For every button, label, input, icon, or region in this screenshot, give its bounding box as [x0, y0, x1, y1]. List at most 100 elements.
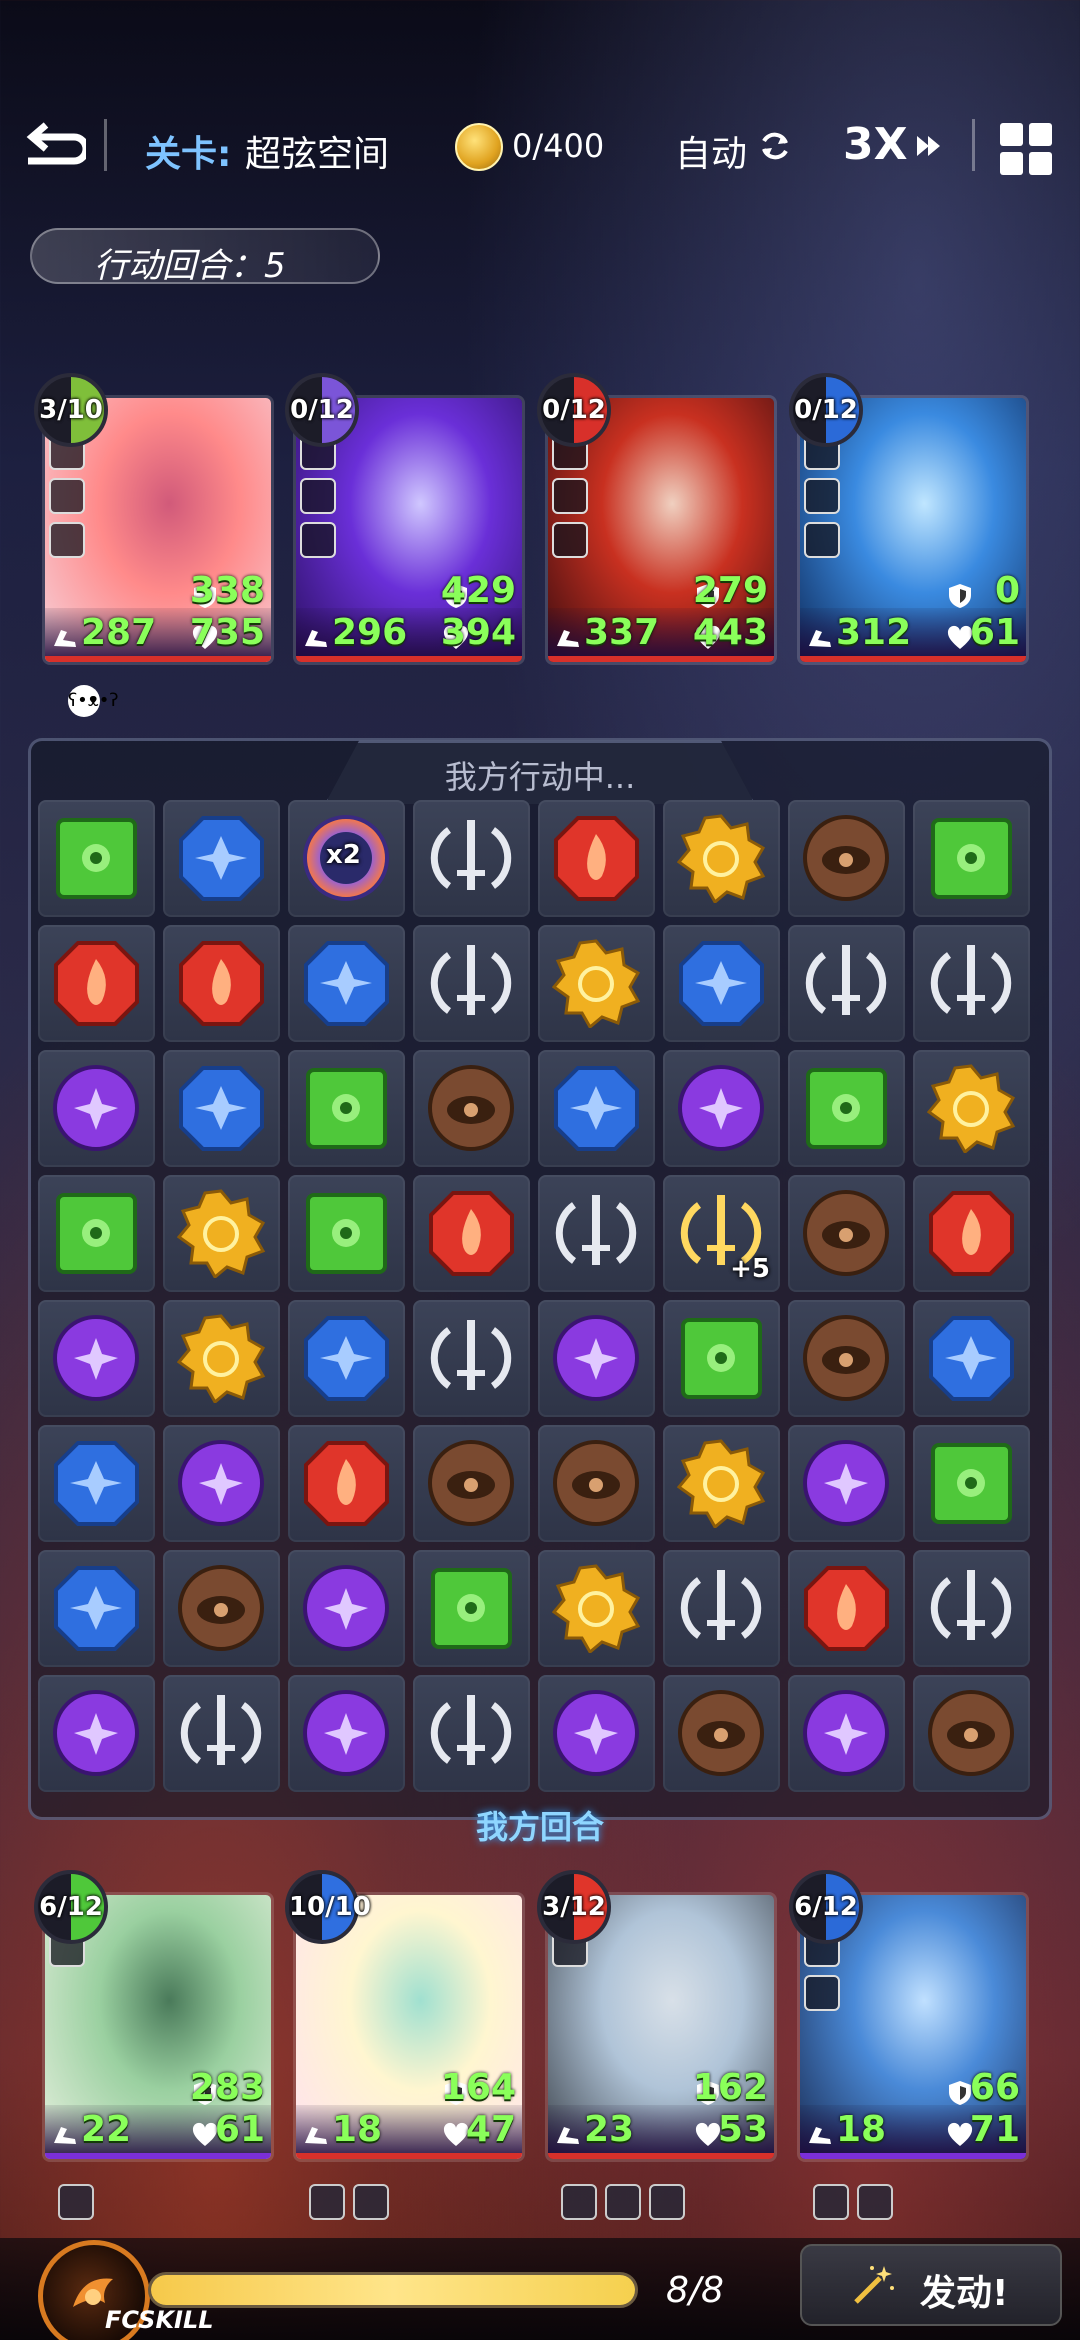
board-cell[interactable]: [788, 925, 905, 1042]
skill-icon[interactable]: [49, 478, 85, 514]
passive-skill-icon[interactable]: [649, 2184, 685, 2220]
sword-gem-icon: [927, 939, 1016, 1028]
board-cell[interactable]: [788, 1050, 905, 1167]
skill-icon[interactable]: [552, 522, 588, 558]
green-gem-icon: [52, 1189, 141, 1278]
board-cell[interactable]: [38, 1550, 155, 1667]
board-cell[interactable]: [288, 1175, 405, 1292]
board-cell[interactable]: [163, 1550, 280, 1667]
board-cell[interactable]: [538, 925, 655, 1042]
board-cell[interactable]: [663, 1550, 780, 1667]
board-cell[interactable]: [538, 1175, 655, 1292]
passive-skill-icon[interactable]: [857, 2184, 893, 2220]
passive-skill-icon[interactable]: [813, 2184, 849, 2220]
hp-value: 394: [440, 612, 516, 653]
board-cell[interactable]: [788, 1425, 905, 1542]
fast-forward-icon[interactable]: [915, 133, 941, 159]
auto-button[interactable]: 自动: [675, 125, 747, 177]
passive-skill-icon[interactable]: [58, 2184, 94, 2220]
board-cell[interactable]: [913, 800, 1030, 917]
skill-icon[interactable]: [804, 522, 840, 558]
yellow-gem-icon: [926, 1064, 1016, 1155]
board-cell[interactable]: [163, 925, 280, 1042]
board-cell[interactable]: [163, 1300, 280, 1417]
activate-skill-button[interactable]: 发动!: [800, 2244, 1062, 2326]
attack-boot-icon: [51, 624, 79, 652]
passive-skill-row: [813, 2184, 901, 2222]
board-cell[interactable]: [913, 1675, 1030, 1792]
gem-board: x2 +5: [38, 800, 1042, 1800]
passive-skill-icon[interactable]: [561, 2184, 597, 2220]
top-bar: 关卡: 超弦空间 0/400 自动 3X: [0, 105, 1080, 195]
board-cell[interactable]: [163, 1175, 280, 1292]
board-cell[interactable]: [288, 925, 405, 1042]
board-cell[interactable]: [38, 1050, 155, 1167]
board-cell[interactable]: [413, 1300, 530, 1417]
board-cell[interactable]: [913, 925, 1030, 1042]
board-cell[interactable]: [788, 1175, 905, 1292]
board-cell[interactable]: [38, 1425, 155, 1542]
board-cell[interactable]: [788, 1300, 905, 1417]
board-cell[interactable]: [413, 1675, 530, 1792]
skill-icon[interactable]: [804, 478, 840, 514]
board-cell[interactable]: [413, 1550, 530, 1667]
board-cell[interactable]: [538, 1675, 655, 1792]
refresh-icon[interactable]: [758, 129, 792, 163]
grid-menu-icon[interactable]: [1000, 123, 1052, 175]
board-cell[interactable]: [413, 1425, 530, 1542]
skill-icon[interactable]: [804, 1975, 840, 2011]
passive-skill-icon[interactable]: [309, 2184, 345, 2220]
board-cell[interactable]: +5: [663, 1175, 780, 1292]
board-cell[interactable]: [163, 1425, 280, 1542]
board-cell[interactable]: [38, 1675, 155, 1792]
board-cell[interactable]: [663, 1050, 780, 1167]
board-cell[interactable]: x2: [288, 800, 405, 917]
board-cell[interactable]: [38, 1175, 155, 1292]
board-cell[interactable]: [538, 1050, 655, 1167]
board-cell[interactable]: [663, 925, 780, 1042]
board-cell[interactable]: [288, 1300, 405, 1417]
board-cell[interactable]: [663, 1425, 780, 1542]
board-cell[interactable]: [538, 800, 655, 917]
passive-skill-icon[interactable]: [353, 2184, 389, 2220]
board-cell[interactable]: [38, 800, 155, 917]
board-cell[interactable]: [913, 1550, 1030, 1667]
brown-gem-icon: [427, 1439, 516, 1528]
board-cell[interactable]: [913, 1425, 1030, 1542]
attack-value: 22: [81, 2109, 132, 2150]
board-cell[interactable]: [788, 1675, 905, 1792]
board-cell[interactable]: [38, 1300, 155, 1417]
board-cell[interactable]: [788, 800, 905, 917]
board-cell[interactable]: [663, 1300, 780, 1417]
board-cell[interactable]: [38, 925, 155, 1042]
skill-icon[interactable]: [49, 522, 85, 558]
board-cell[interactable]: [913, 1175, 1030, 1292]
board-cell[interactable]: [913, 1300, 1030, 1417]
board-cell[interactable]: [913, 1050, 1030, 1167]
attack-value: 312: [836, 612, 912, 653]
board-cell[interactable]: [413, 800, 530, 917]
skill-icon[interactable]: [552, 478, 588, 514]
passive-skill-icon[interactable]: [605, 2184, 641, 2220]
skill-icon[interactable]: [300, 522, 336, 558]
board-cell[interactable]: [288, 1425, 405, 1542]
back-arrow-icon[interactable]: [20, 117, 90, 173]
skill-icon[interactable]: [300, 478, 336, 514]
board-cell[interactable]: [538, 1300, 655, 1417]
board-cell[interactable]: [413, 1050, 530, 1167]
speed-button[interactable]: 3X: [843, 119, 908, 170]
board-cell[interactable]: [413, 1175, 530, 1292]
board-cell[interactable]: [163, 1050, 280, 1167]
gold-coin-icon: [455, 123, 503, 171]
board-cell[interactable]: [288, 1050, 405, 1167]
board-cell[interactable]: [663, 800, 780, 917]
board-cell[interactable]: [163, 1675, 280, 1792]
board-cell[interactable]: [788, 1550, 905, 1667]
board-cell[interactable]: [288, 1675, 405, 1792]
board-cell[interactable]: [663, 1675, 780, 1792]
board-cell[interactable]: [163, 800, 280, 917]
board-cell[interactable]: [538, 1550, 655, 1667]
board-cell[interactable]: [288, 1550, 405, 1667]
board-cell[interactable]: [413, 925, 530, 1042]
board-cell[interactable]: [538, 1425, 655, 1542]
